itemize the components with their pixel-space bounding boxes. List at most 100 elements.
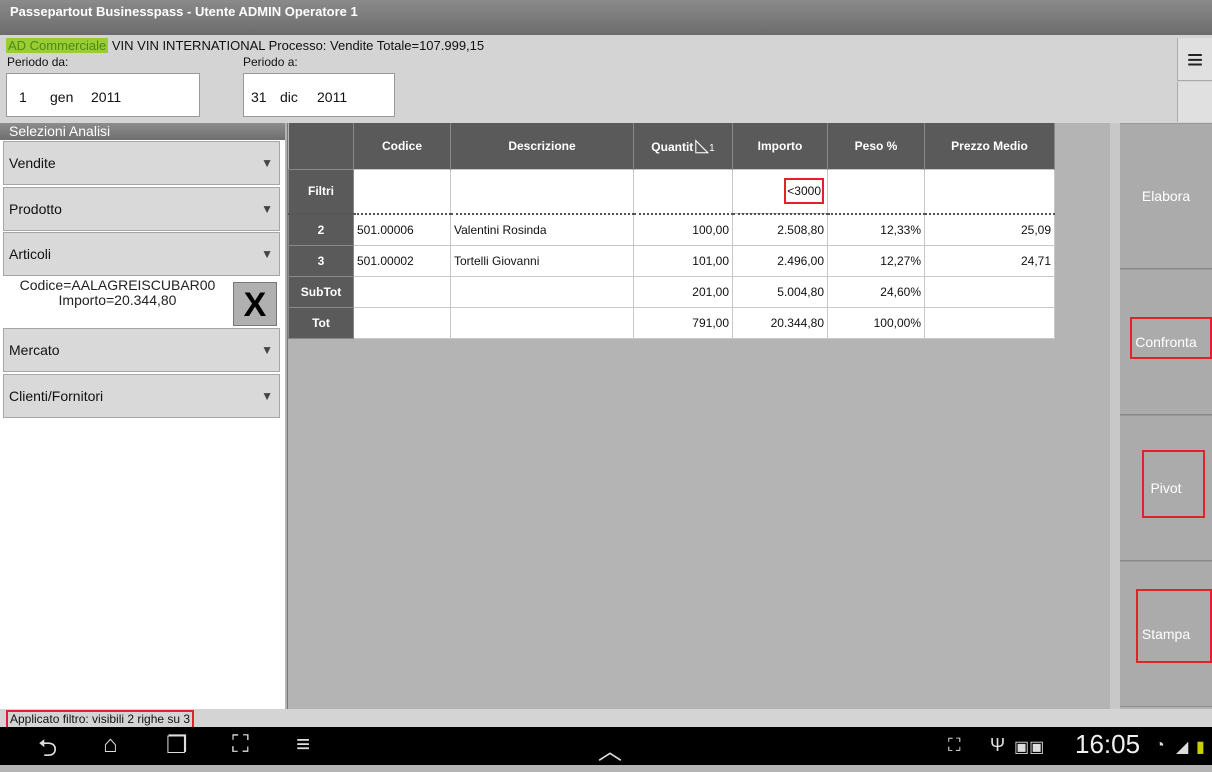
usb-icon: Ψ	[990, 735, 1006, 755]
col-header-prezzo-medio[interactable]: Prezzo Medio	[924, 123, 1055, 169]
cell-codice: 501.00006	[353, 213, 451, 246]
filter-row-label: Filtri	[288, 168, 354, 215]
importo-filter-value: <3000	[784, 178, 824, 205]
table-row[interactable]: 2 501.00006 Valentini Rosinda 100,00 2.5…	[288, 213, 1055, 246]
sort-icon: ◺	[695, 135, 710, 156]
home-icon[interactable]: ⌂	[103, 731, 118, 759]
cell-codice: 501.00002	[353, 244, 451, 277]
active-filter-summary: Codice=AALAGREISCUBAR00 Importo=20.344,80	[10, 278, 225, 308]
window-title: Passepartout Businesspass - Utente ADMIN…	[10, 4, 358, 19]
total-row: Tot 791,00 20.344,80 100,00%	[288, 306, 1055, 339]
status-bar: Applicato filtro: visibili 2 righe su 3	[0, 709, 1212, 729]
hamburger-menu-icon[interactable]: ≡	[1177, 38, 1212, 81]
cell-peso: 24,60%	[827, 275, 925, 308]
to-month: dic	[280, 89, 298, 105]
dropdown-articoli[interactable]: Articoli ▼	[3, 232, 280, 276]
cell-quantita: 201,00	[633, 275, 733, 308]
cell-prezzo: 24,71	[924, 244, 1055, 277]
cell-importo: 2.496,00	[732, 244, 828, 277]
filter-cell-prezzo[interactable]	[924, 168, 1055, 215]
scroll-strip[interactable]	[1110, 123, 1120, 709]
filter-cell-quantita[interactable]	[633, 168, 733, 215]
dropdown-label: Prodotto	[9, 201, 62, 217]
dropdown-label: Clienti/Fornitori	[9, 388, 104, 404]
col-header-quantita[interactable]: Quantit ◺1	[633, 123, 733, 169]
col-header-importo[interactable]: Importo	[732, 123, 828, 169]
chevron-up-icon[interactable]: ︿	[598, 731, 622, 766]
corner-header	[288, 123, 354, 169]
cell-importo: 20.344,80	[732, 306, 828, 339]
title-bar: Passepartout Businesspass - Utente ADMIN…	[0, 0, 1212, 35]
cell-codice	[353, 275, 451, 308]
cell-prezzo	[924, 275, 1055, 308]
stampa-button[interactable]: Stampa	[1120, 561, 1212, 707]
sort-order: 1	[709, 143, 715, 155]
col-header-descrizione[interactable]: Descrizione	[450, 123, 634, 169]
cell-importo: 2.508,80	[732, 213, 828, 246]
cell-descrizione: Tortelli Giovanni	[450, 244, 634, 277]
confronta-button[interactable]: Confronta	[1120, 269, 1212, 415]
system-navbar: ⮌ ⌂ ❐ ⛶ ≡ ︿ ⛶ Ψ ▣▣ 16:05 ◔ ◢ ▮	[0, 727, 1212, 765]
pivot-button[interactable]: Pivot	[1120, 415, 1212, 561]
dropdown-arrow-icon: ▼	[261, 343, 273, 357]
button-label: Elabora	[1141, 188, 1191, 204]
to-day: 31	[251, 89, 267, 105]
filter-cell-descrizione[interactable]	[450, 168, 634, 215]
process-info: AD Commerciale VIN VIN INTERNATIONAL Pro…	[6, 38, 484, 53]
dropdown-arrow-icon: ▼	[261, 202, 273, 216]
highlight-box	[1142, 450, 1205, 518]
elabora-button[interactable]: Elabora	[1120, 123, 1212, 269]
cell-descrizione: Valentini Rosinda	[450, 213, 634, 246]
clock: 16:05	[1075, 729, 1141, 759]
module-tag: AD Commerciale	[6, 38, 109, 53]
notification-icons: ▣▣	[1014, 739, 1045, 756]
screenshot-icon[interactable]: ⛶	[232, 731, 249, 759]
col-header-peso[interactable]: Peso %	[827, 123, 925, 169]
row-label: SubTot	[288, 275, 354, 308]
dropdown-label: Vendite	[9, 155, 56, 171]
cell-quantita: 101,00	[633, 244, 733, 277]
table-row[interactable]: 3 501.00002 Tortelli Giovanni 101,00 2.4…	[288, 244, 1055, 277]
filter-amount: Importo=20.344,80	[58, 292, 177, 308]
cell-prezzo	[924, 306, 1055, 339]
to-year: 2011	[317, 89, 348, 105]
dropdown-mercato[interactable]: Mercato ▼	[3, 328, 280, 372]
row-label: Tot	[288, 306, 354, 339]
filter-code: Codice=AALAGREISCUBAR00	[19, 277, 216, 293]
filter-cell-codice[interactable]	[353, 168, 451, 215]
dropdown-label: Articoli	[9, 246, 52, 262]
results-table: Codice Descrizione Quantit ◺1 Importo Pes…	[288, 123, 1055, 339]
period-from-label: Periodo da:	[7, 55, 69, 69]
cell-peso: 12,27%	[827, 244, 925, 277]
highlight-box	[1130, 317, 1212, 359]
menu-icon[interactable]: ≡	[296, 731, 310, 759]
wifi-icon: ◔	[1155, 737, 1165, 754]
cell-prezzo: 25,09	[924, 213, 1055, 246]
process-details: VIN VIN INTERNATIONAL Processo: Vendite …	[111, 38, 485, 53]
filter-cell-importo[interactable]: <3000	[732, 168, 828, 215]
period-to-field[interactable]: 31 dic 2011	[243, 73, 395, 117]
subtotal-row: SubTot 201,00 5.004,80 24,60%	[288, 275, 1055, 308]
recent-apps-icon[interactable]: ❐	[166, 731, 188, 760]
dropdown-arrow-icon: ▼	[261, 156, 273, 170]
filter-cell-peso[interactable]	[827, 168, 925, 215]
expand-icon[interactable]: ⛶	[948, 735, 961, 756]
col-label: Quantit	[651, 140, 694, 155]
signal-icon: ◢	[1176, 739, 1189, 756]
cell-quantita: 791,00	[633, 306, 733, 339]
col-header-codice[interactable]: Codice	[353, 123, 451, 169]
period-to-label: Periodo a:	[243, 55, 298, 69]
dropdown-arrow-icon: ▼	[261, 247, 273, 261]
remove-filter-button[interactable]: X	[233, 282, 277, 326]
dropdown-vendite[interactable]: Vendite ▼	[3, 141, 280, 185]
header-side-panel	[1177, 82, 1212, 122]
cell-codice	[353, 306, 451, 339]
selections-header: Selezioni Analisi	[0, 123, 285, 140]
dropdown-label: Mercato	[9, 342, 60, 358]
dropdown-clienti-fornitori[interactable]: Clienti/Fornitori ▼	[3, 374, 280, 418]
dropdown-prodotto[interactable]: Prodotto ▼	[3, 187, 280, 231]
back-icon[interactable]: ⮌	[38, 731, 57, 772]
period-from-field[interactable]: 1 gen 2011	[6, 73, 200, 117]
battery-icon: ▮	[1196, 739, 1205, 756]
cell-importo: 5.004,80	[732, 275, 828, 308]
